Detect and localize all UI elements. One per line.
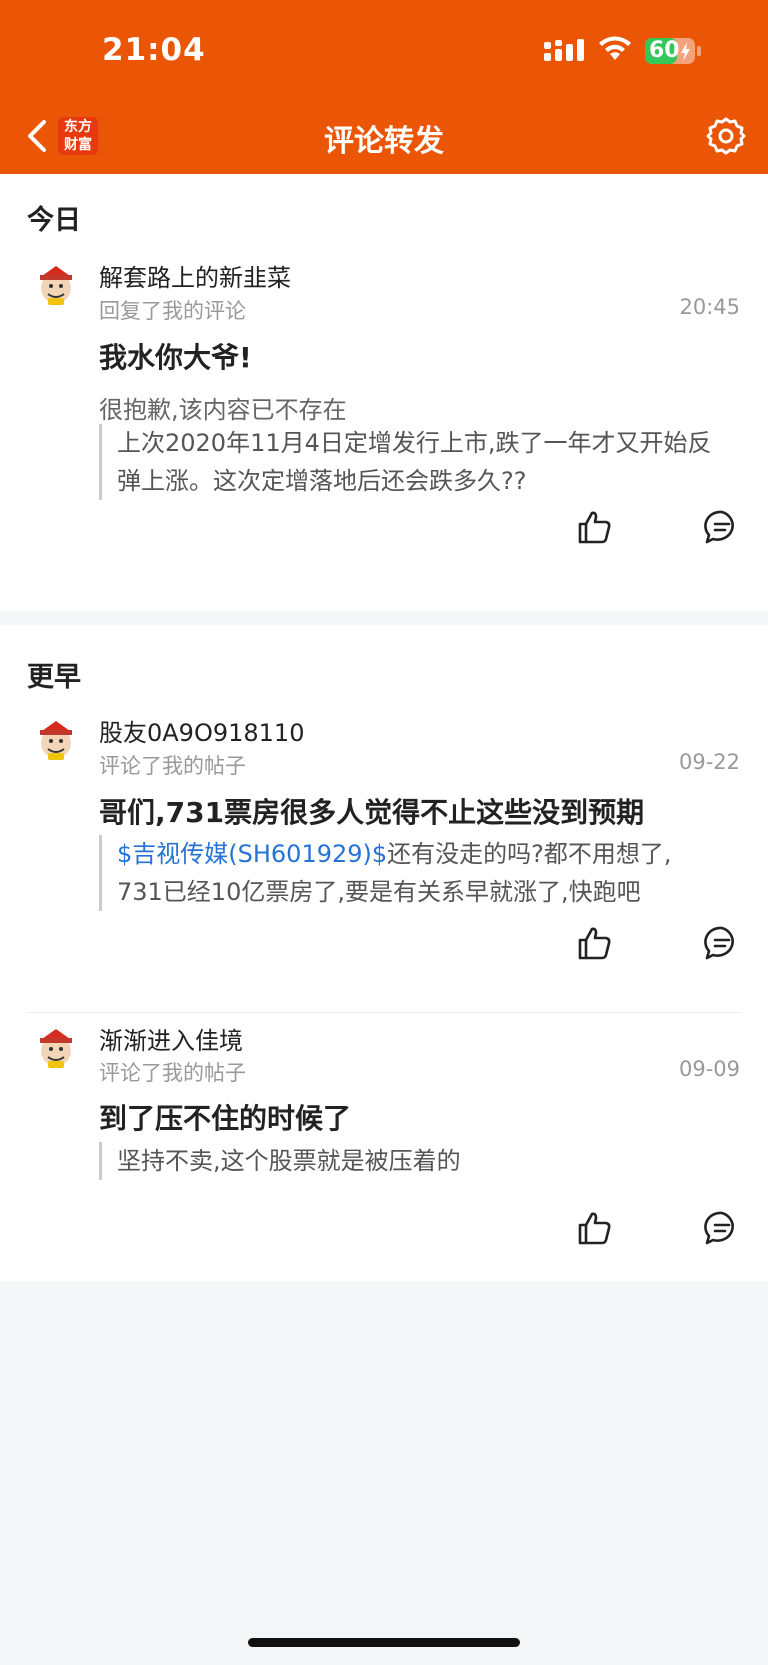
status-time: 21:04 (102, 32, 206, 68)
username[interactable]: 渐渐进入佳境 (99, 1021, 243, 1056)
stock-link[interactable]: $吉视传媒(SH601929)$ (117, 840, 387, 868)
app-header: 21:04 60 东方 财富 评论转发 (0, 0, 768, 174)
reply-content[interactable]: 我水你大爷! (99, 336, 252, 376)
like-thumbs-up-icon[interactable] (576, 1210, 612, 1246)
quote-line: 弹上涨。这次定增落地后还会跌多久?? (117, 467, 527, 495)
quote-line: $吉视传媒(SH601929)$还有没走的吗?都不用想了, (117, 835, 739, 873)
notification-item[interactable]: 股友0A9O918110 评论了我的帖子 09-22 哥们,731票房很多人觉得… (0, 705, 768, 1005)
section-earlier: 更早 股友0A9O918110 评论了我的帖子 09-22 哥们,731票房很多… (0, 625, 768, 1281)
action-text: 评论了我的帖子 (99, 1061, 246, 1085)
section-title-today: 今日 (27, 205, 81, 236)
comment-content[interactable]: 哥们,731票房很多人觉得不止这些没到预期 (99, 791, 644, 831)
avatar[interactable] (34, 262, 78, 306)
section-today: 今日 解套路上的新韭菜 回复了我的评论 20:45 我水你大爷! 很抱歉,该内容… (0, 174, 768, 611)
cellular-signal-icon (544, 39, 584, 61)
action-text: 回复了我的评论 (99, 299, 246, 323)
section-title-earlier: 更早 (27, 662, 81, 693)
battery-level: 60 (649, 38, 680, 63)
quote-line: 731已经10亿票房了,要是有关系早就涨了,快跑吧 (117, 878, 641, 906)
settings-gear-icon[interactable] (706, 116, 746, 156)
comment-bubble-icon[interactable] (704, 925, 740, 961)
notification-item[interactable]: 渐渐进入佳境 评论了我的帖子 09-09 到了压不住的时候了 坚持不卖,这个股票… (0, 1013, 768, 1273)
quoted-post[interactable]: 坚持不卖,这个股票就是被压着的 (99, 1142, 739, 1180)
like-thumbs-up-icon[interactable] (576, 925, 612, 961)
comment-bubble-icon[interactable] (704, 1210, 740, 1246)
avatar[interactable] (34, 717, 78, 761)
action-text: 评论了我的帖子 (99, 754, 246, 778)
comment-content[interactable]: 到了压不住的时候了 (99, 1097, 351, 1137)
quote-line: 坚持不卖,这个股票就是被压着的 (117, 1147, 461, 1175)
quoted-comment[interactable]: 上次2020年11月4日定增发行上市,跌了一年才又开始反 弹上涨。这次定增落地后… (99, 424, 739, 500)
avatar[interactable] (34, 1025, 78, 1069)
notification-item[interactable]: 解套路上的新韭菜 回复了我的评论 20:45 我水你大爷! 很抱歉,该内容已不存… (0, 252, 768, 602)
status-bar: 21:04 60 (0, 0, 768, 100)
username[interactable]: 解套路上的新韭菜 (99, 258, 291, 293)
nav-bar: 东方 财富 评论转发 (0, 100, 768, 174)
page-title: 评论转发 (324, 124, 444, 159)
comment-bubble-icon[interactable] (704, 509, 740, 545)
quote-line: 上次2020年11月4日定增发行上市,跌了一年才又开始反 (117, 429, 712, 457)
username[interactable]: 股友0A9O918110 (99, 713, 304, 748)
deleted-notice: 很抱歉,该内容已不存在 (99, 396, 347, 424)
timestamp: 09-09 (678, 1057, 740, 1081)
timestamp: 09-22 (678, 750, 740, 774)
timestamp: 20:45 (679, 295, 740, 319)
quote-text: 还有没走的吗?都不用想了, (387, 840, 672, 868)
like-thumbs-up-icon[interactable] (576, 509, 612, 545)
wifi-icon (599, 36, 631, 60)
quoted-post[interactable]: $吉视传媒(SH601929)$还有没走的吗?都不用想了, 731已经10亿票房… (99, 835, 739, 911)
home-indicator[interactable] (248, 1638, 520, 1647)
